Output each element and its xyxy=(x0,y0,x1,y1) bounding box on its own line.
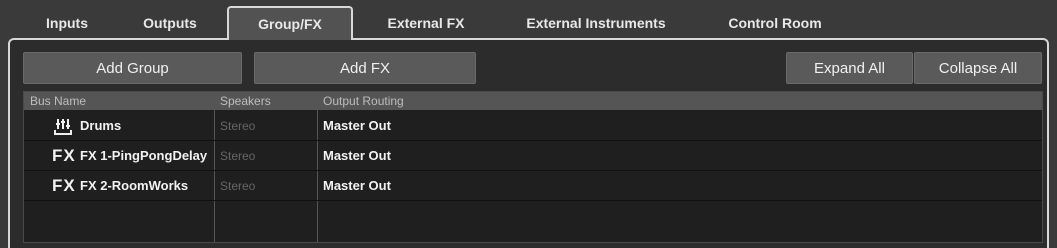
header-output-routing[interactable]: Output Routing xyxy=(317,92,1037,110)
bus-name-cell: Drums xyxy=(80,118,122,133)
tab-outputs[interactable]: Outputs xyxy=(135,8,205,38)
speakers-cell[interactable]: Stereo xyxy=(214,171,317,201)
tab-group-fx[interactable]: Group/FX xyxy=(227,6,353,40)
speakers-cell[interactable]: Stereo xyxy=(214,141,317,171)
speakers-cell[interactable]: Stereo xyxy=(214,111,317,141)
table-row[interactable]: FX FX 1-PingPongDelay Stereo Master Out xyxy=(24,141,1042,171)
collapse-all-button[interactable]: Collapse All xyxy=(914,52,1042,84)
add-fx-button[interactable]: Add FX xyxy=(254,52,476,84)
tab-inputs[interactable]: Inputs xyxy=(38,8,96,38)
tab-external-instruments[interactable]: External Instruments xyxy=(510,8,682,38)
tab-control-room[interactable]: Control Room xyxy=(720,8,830,38)
bus-name-cell: FX 2-RoomWorks xyxy=(80,178,189,193)
header-speakers[interactable]: Speakers xyxy=(214,92,317,110)
bus-name-cell: FX 1-PingPongDelay xyxy=(80,148,208,163)
expand-all-button[interactable]: Expand All xyxy=(786,52,913,84)
table-header: Bus Name Speakers Output Routing xyxy=(24,92,1042,110)
tab-bar: Inputs Outputs Group/FX External FX Exte… xyxy=(0,0,1057,40)
output-routing-cell[interactable]: Master Out xyxy=(317,111,1037,141)
bus-table: Bus Name Speakers Output Routing Drums S… xyxy=(23,91,1043,243)
tab-external-fx[interactable]: External FX xyxy=(377,8,475,38)
table-row[interactable]: Drums Stereo Master Out xyxy=(24,111,1042,141)
output-routing-cell[interactable]: Master Out xyxy=(317,141,1037,171)
table-row[interactable]: FX FX 2-RoomWorks Stereo Master Out xyxy=(24,171,1042,201)
header-bus-name[interactable]: Bus Name xyxy=(24,92,214,110)
add-group-button[interactable]: Add Group xyxy=(23,52,242,84)
output-routing-cell[interactable]: Master Out xyxy=(317,171,1037,201)
